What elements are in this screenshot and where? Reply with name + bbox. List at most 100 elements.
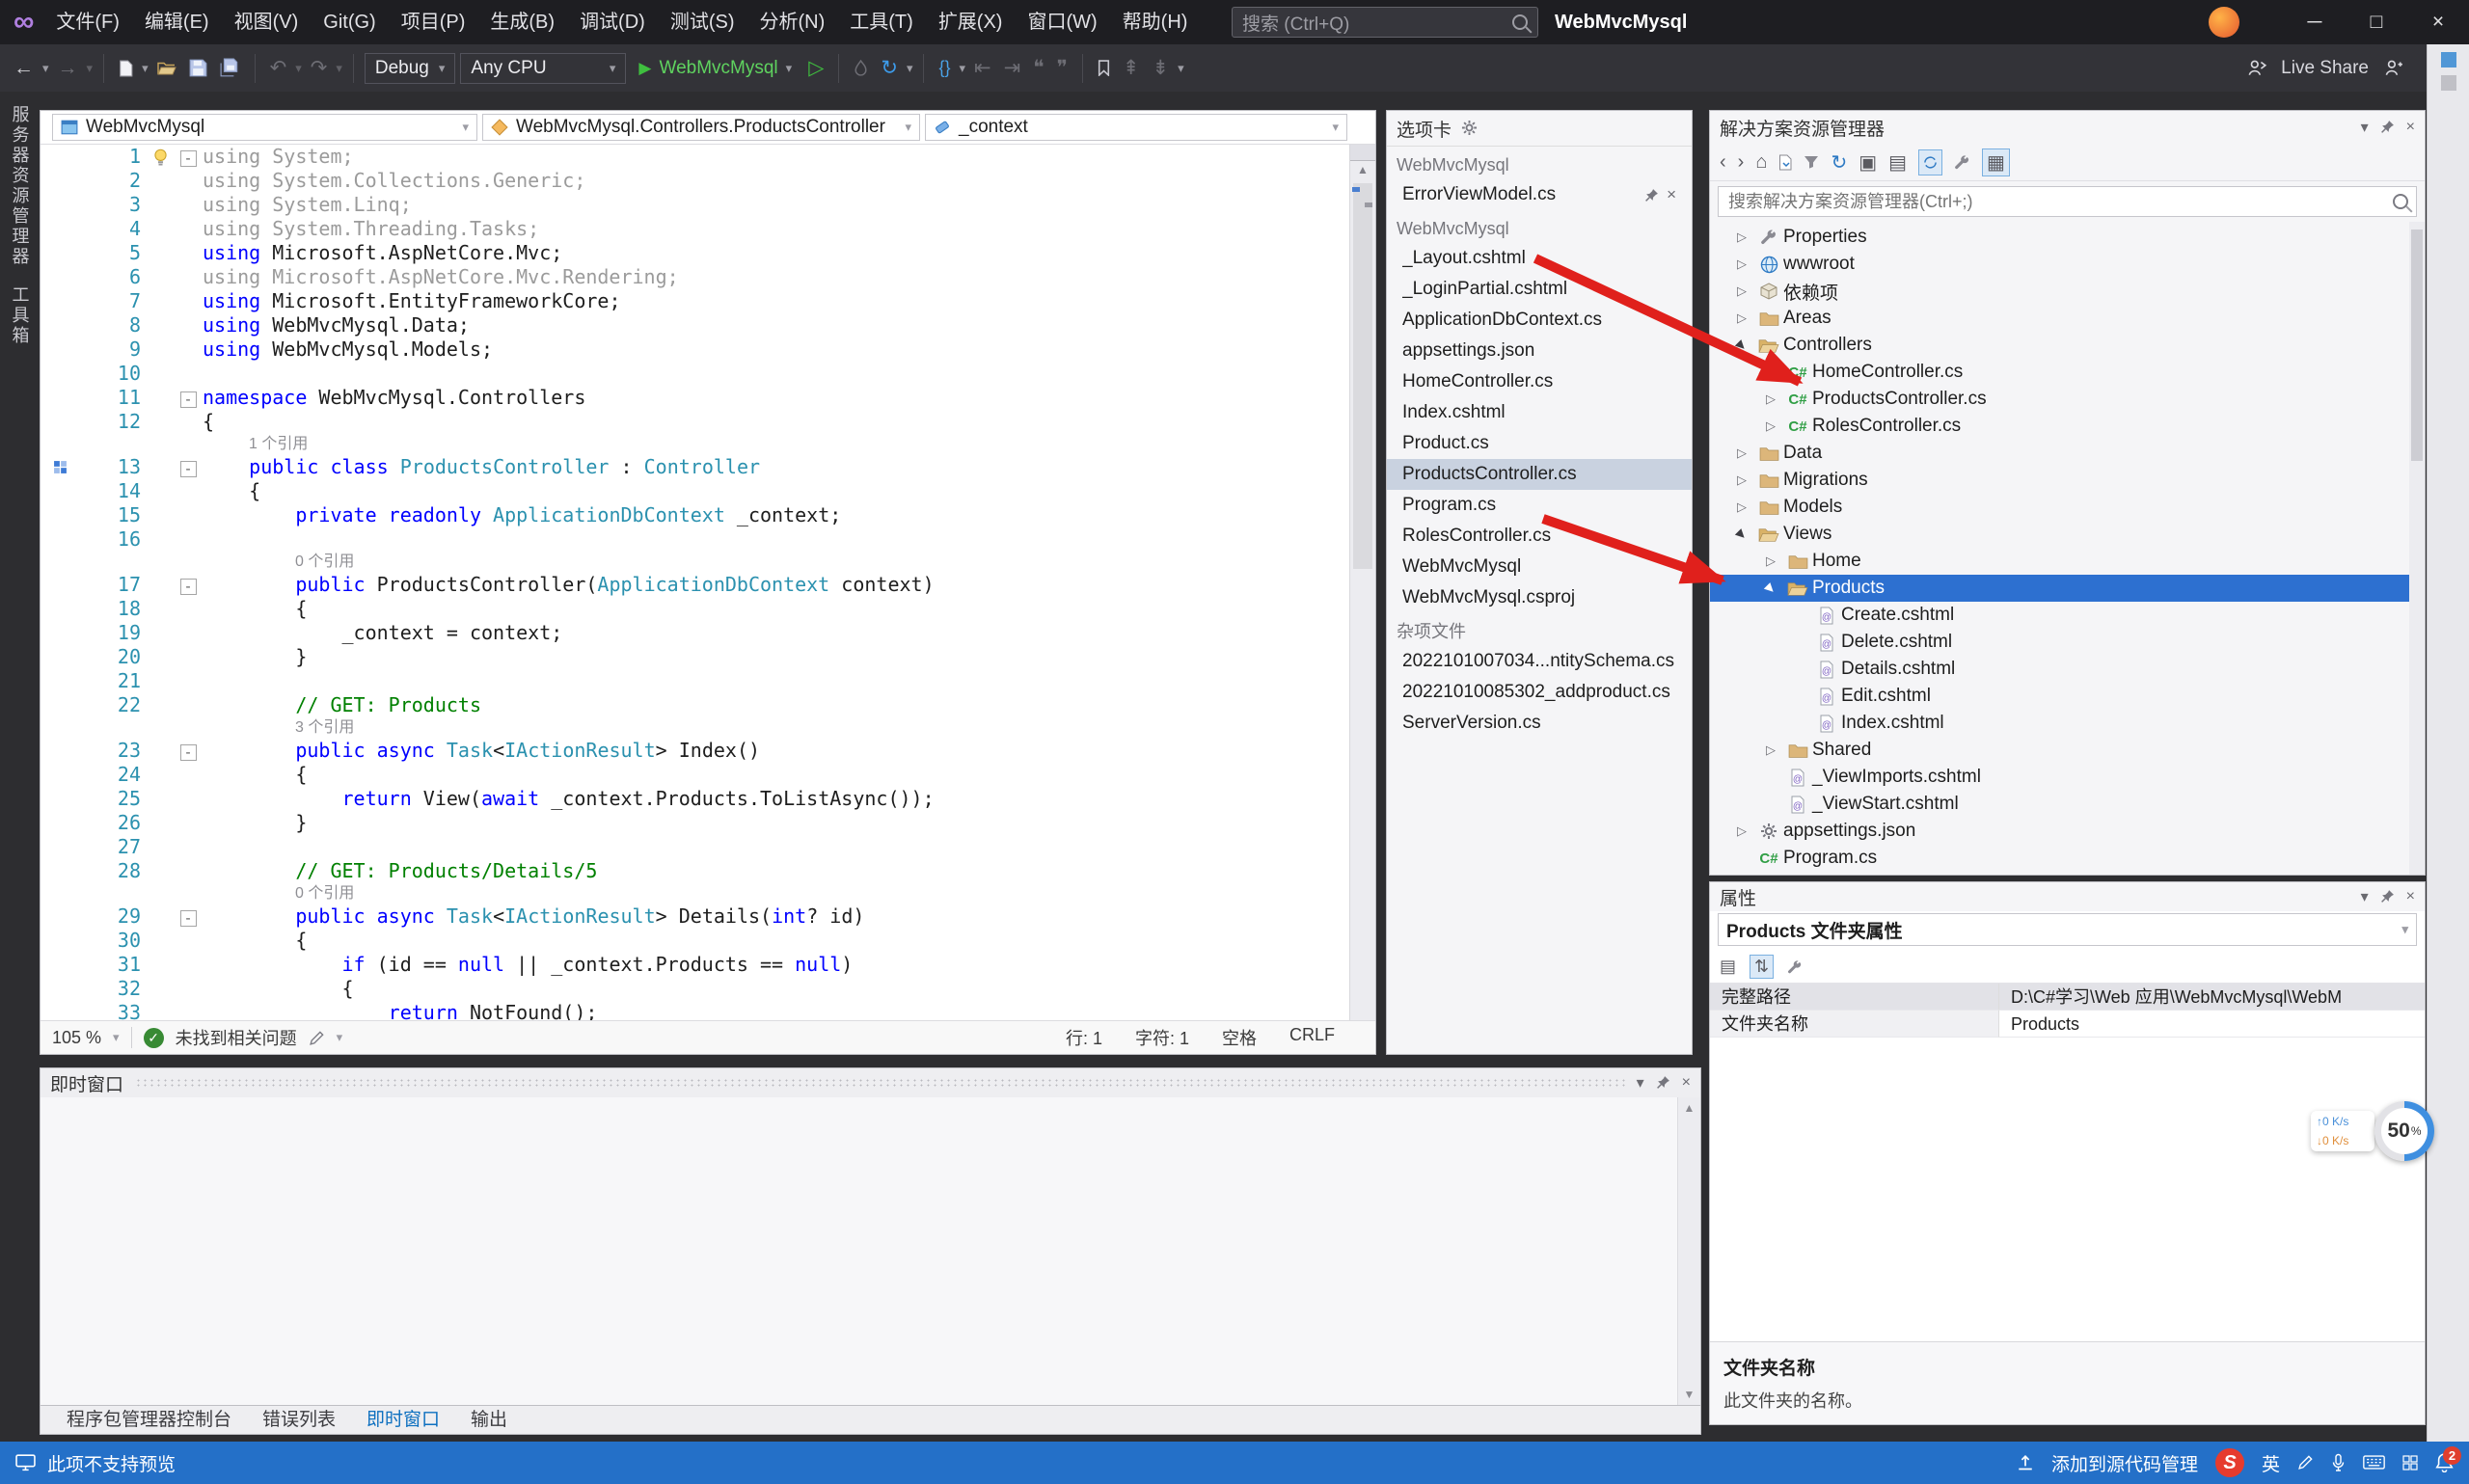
space-indicator[interactable]: 空格 — [1222, 1025, 1257, 1050]
column-indicator[interactable]: 字符: 1 — [1135, 1025, 1189, 1050]
codelens-references[interactable]: 0 个引用 — [295, 553, 354, 570]
open-document-item[interactable]: RolesController.cs — [1387, 521, 1692, 552]
tree-collapsed-icon[interactable]: ▷ — [1729, 256, 1754, 272]
line-indicator[interactable]: 行: 1 — [1066, 1025, 1102, 1050]
menu-item[interactable]: 视图(V) — [222, 0, 312, 44]
open-document-item[interactable]: 2022101007034...ntitySchema.cs — [1387, 646, 1692, 677]
tree-collapsed-icon[interactable]: ▷ — [1758, 418, 1783, 434]
menu-item[interactable]: 工具(T) — [837, 0, 926, 44]
bookmark-caret-icon[interactable]: ▾ — [1178, 61, 1184, 76]
se-sync-with-active-document-icon[interactable] — [1918, 149, 1942, 175]
save-icon[interactable] — [185, 57, 211, 80]
tree-collapsed-icon[interactable]: ▷ — [1758, 364, 1783, 380]
se-home-icon[interactable]: ⌂ — [1755, 151, 1767, 174]
open-document-item[interactable]: WebMvcMysql — [1387, 552, 1692, 582]
type-dropdown[interactable]: WebMvcMysql.Controllers.ProductsControll… — [482, 114, 920, 141]
se-filter-icon[interactable] — [1804, 151, 1819, 174]
menu-item[interactable]: Git(G) — [311, 0, 388, 44]
scrollbar-thumb[interactable] — [2411, 229, 2423, 461]
property-pages-wrench-icon[interactable] — [1787, 957, 1803, 977]
debug-configuration-combo[interactable]: Debug ▾ — [365, 53, 456, 84]
tree-item-properties[interactable]: ▷Properties — [1710, 224, 2425, 251]
scroll-up-icon[interactable]: ▲ — [1350, 161, 1375, 178]
tabs-settings-gear-icon[interactable] — [1461, 118, 1478, 139]
tree-collapsed-icon[interactable]: ▷ — [1758, 742, 1783, 758]
ime-language-indicator[interactable]: 英 — [2262, 1450, 2280, 1476]
microphone-icon[interactable] — [2331, 1452, 2346, 1473]
speed-percent-widget[interactable]: 50 % — [2374, 1101, 2434, 1161]
global-search-box[interactable]: 搜索 (Ctrl+Q) — [1232, 7, 1538, 38]
keyboard-icon[interactable] — [2363, 1452, 2385, 1473]
window-position-caret-icon[interactable]: ▾ — [2361, 118, 2369, 137]
tree-item-rolescontroller-cs[interactable]: ▷C#RolesController.cs — [1710, 413, 2425, 440]
close-button[interactable]: × — [2407, 0, 2469, 44]
tree-item-homecontroller-cs[interactable]: ▷C#HomeController.cs — [1710, 359, 2425, 386]
menu-item[interactable]: 帮助(H) — [1110, 0, 1201, 44]
new-file-caret-icon[interactable]: ▾ — [142, 61, 149, 76]
tree-collapsed-icon[interactable]: ▷ — [1729, 283, 1754, 299]
split-editor-handle[interactable] — [1350, 145, 1375, 161]
bottom-tab-程序包管理器控制台[interactable]: 程序包管理器控制台 — [54, 1407, 244, 1434]
tree-item-program-cs[interactable]: C#Program.cs — [1710, 845, 2425, 872]
tree-item-products[interactable]: ▶Products — [1710, 575, 2425, 602]
undo-caret-icon[interactable]: ▾ — [295, 61, 302, 76]
tree-collapsed-icon[interactable]: ▷ — [1729, 445, 1754, 461]
open-file-icon[interactable] — [153, 57, 180, 80]
refresh-caret-icon[interactable]: ▾ — [907, 61, 913, 76]
property-row[interactable]: 文件夹名称Products — [1710, 1011, 2425, 1038]
undo-icon[interactable]: ↶ — [266, 56, 291, 80]
property-value[interactable]: Products — [1999, 1011, 2425, 1038]
codelens-row[interactable]: 3 个引用 — [41, 717, 1350, 739]
scroll-down-icon[interactable]: ▼ — [1684, 1388, 1696, 1401]
health-check-icon[interactable]: ✓ — [144, 1028, 164, 1048]
redo-icon[interactable]: ↷ — [307, 56, 332, 80]
tree-collapsed-icon[interactable]: ▷ — [1758, 553, 1783, 569]
pin-icon[interactable] — [1644, 179, 1659, 210]
codelens-references[interactable]: 3 个引用 — [295, 719, 354, 736]
open-document-item[interactable]: WebMvcMysql.csproj — [1387, 582, 1692, 613]
open-document-item[interactable]: _LoginPartial.cshtml — [1387, 274, 1692, 305]
properties-object-selector[interactable]: Products 文件夹属性 ▾ — [1718, 913, 2417, 946]
tree-item-models[interactable]: ▷Models — [1710, 494, 2425, 521]
solution-search-box[interactable] — [1718, 186, 2417, 217]
categorize-icon[interactable]: ▤ — [1720, 957, 1736, 977]
tree-collapsed-icon[interactable]: ▷ — [1758, 391, 1783, 407]
nav-forward-icon[interactable]: → — [54, 57, 82, 80]
comment-icon[interactable]: ❝ — [1029, 56, 1047, 80]
tree-item--viewstart-cshtml[interactable]: @_ViewStart.cshtml — [1710, 791, 2425, 818]
menu-item[interactable]: 文件(F) — [43, 0, 132, 44]
se-refresh-icon[interactable]: ↻ — [1831, 150, 1847, 175]
nav-forward-caret-icon[interactable]: ▾ — [87, 61, 94, 76]
menu-item[interactable]: 项目(P) — [389, 0, 478, 44]
menu-item[interactable]: 窗口(W) — [1015, 0, 1109, 44]
open-document-item[interactable]: ProductsController.cs — [1387, 459, 1692, 490]
tree-item-delete-cshtml[interactable]: @Delete.cshtml — [1710, 629, 2425, 656]
se-preview-toggle-icon[interactable]: ▦ — [1982, 148, 2010, 176]
sidebar-tab-toolbox[interactable]: 工具箱 — [8, 285, 33, 346]
hot-reload-icon[interactable] — [850, 57, 872, 80]
bottom-tab-输出[interactable]: 输出 — [458, 1407, 520, 1434]
fold-collapse-box[interactable]: - — [180, 910, 197, 927]
tree-item--viewimports-cshtml[interactable]: @_ViewImports.cshtml — [1710, 764, 2425, 791]
tree-collapsed-icon[interactable]: ▷ — [1729, 310, 1754, 326]
se-forward-icon[interactable]: › — [1738, 151, 1745, 174]
nav-back-icon[interactable]: ← — [10, 57, 38, 80]
tree-item-productscontroller-cs[interactable]: ▷C#ProductsController.cs — [1710, 386, 2425, 413]
immediate-scrollbar[interactable]: ▲ ▼ — [1677, 1097, 1700, 1405]
solution-search-input[interactable] — [1726, 191, 2393, 213]
open-document-item[interactable]: Program.cs — [1387, 490, 1692, 521]
indent-increase-icon[interactable]: ⇥ — [1000, 56, 1025, 80]
uncomment-icon[interactable]: ❞ — [1053, 56, 1072, 80]
codelens-row[interactable]: 0 个引用 — [41, 552, 1350, 573]
open-document-item[interactable]: 20221010085302_addproduct.cs — [1387, 677, 1692, 708]
scroll-up-icon[interactable]: ▲ — [1684, 1101, 1696, 1115]
redo-caret-icon[interactable]: ▾ — [336, 61, 342, 76]
fold-collapse-box[interactable]: - — [180, 579, 197, 595]
codelens-row[interactable]: 1 个引用 — [41, 434, 1350, 455]
code-file-caret-icon[interactable]: ▾ — [960, 61, 966, 76]
indent-decrease-icon[interactable]: ⇤ — [970, 56, 995, 80]
previous-bookmark-icon[interactable]: ⇞ — [1119, 56, 1144, 80]
window-position-caret-icon[interactable]: ▾ — [1637, 1073, 1644, 1093]
start-without-debugging-icon[interactable]: ▷ — [804, 56, 828, 80]
tree-expanded-icon[interactable]: ▶ — [1757, 575, 1784, 602]
